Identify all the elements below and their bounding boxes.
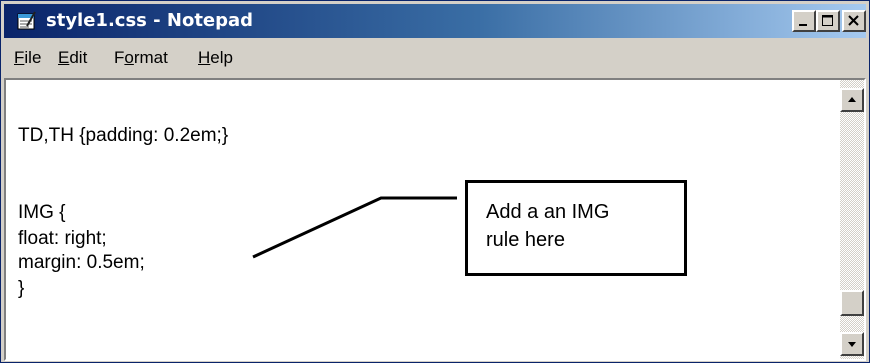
- menu-format[interactable]: Format: [114, 47, 168, 69]
- menu-help[interactable]: Help: [198, 47, 233, 69]
- scroll-down-button[interactable]: [840, 332, 864, 356]
- annotation-callout: Add a an IMG rule here: [465, 180, 687, 276]
- code-line: margin: 0.5em;: [18, 252, 145, 273]
- arrow-up-icon: [848, 97, 856, 102]
- minimize-button[interactable]: [792, 10, 816, 32]
- notepad-window: style1.css - Notepad File Edit Format He…: [0, 0, 870, 363]
- minimize-icon: [799, 24, 807, 26]
- close-icon: [848, 15, 859, 26]
- code-line: IMG {: [18, 202, 66, 223]
- code-line: float: right;: [18, 228, 107, 249]
- menu-file[interactable]: File: [14, 47, 41, 69]
- vertical-scrollbar[interactable]: [840, 80, 864, 359]
- notepad-icon: [16, 11, 38, 31]
- title-bar[interactable]: style1.css - Notepad: [4, 4, 866, 38]
- maximize-button[interactable]: [816, 10, 840, 32]
- callout-text: Add a an IMG rule here: [486, 201, 610, 251]
- maximize-icon: [822, 15, 833, 26]
- code-line: TD,TH {padding: 0.2em;}: [18, 125, 229, 146]
- menu-edit[interactable]: Edit: [58, 47, 87, 69]
- code-line: }: [18, 278, 25, 299]
- scroll-thumb[interactable]: [840, 290, 864, 316]
- menu-bar: File Edit Format Help: [4, 43, 866, 73]
- window-title: style1.css - Notepad: [46, 10, 254, 31]
- scroll-up-button[interactable]: [840, 88, 864, 112]
- editor-text-area[interactable]: TD,TH {padding: 0.2em;} IMG { float: rig…: [10, 80, 830, 359]
- text-editor[interactable]: TD,TH {padding: 0.2em;} IMG { float: rig…: [4, 78, 866, 361]
- arrow-down-icon: [848, 342, 856, 347]
- close-button[interactable]: [842, 10, 866, 32]
